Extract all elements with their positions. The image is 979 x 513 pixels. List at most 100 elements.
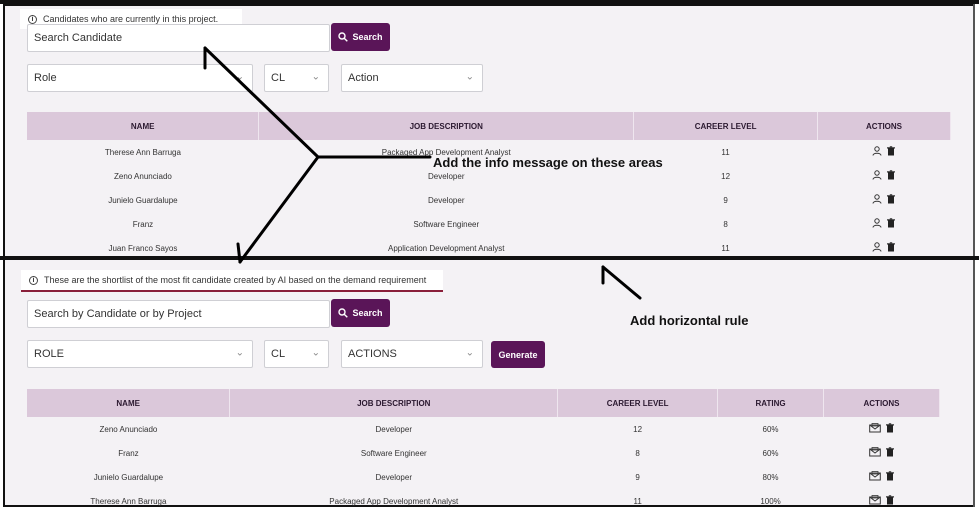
col-actions: ACTIONS xyxy=(817,112,951,140)
cell-career-level: 12 xyxy=(633,424,643,434)
cell-job-description: Packaged App Development Analyst xyxy=(329,496,459,506)
user-icon xyxy=(872,242,882,252)
cell-job-description: Developer xyxy=(375,424,412,434)
role-select-value: Role xyxy=(34,72,57,84)
search-button[interactable]: Search xyxy=(331,299,390,327)
trash-icon xyxy=(885,495,894,505)
cl-select[interactable]: CL ⌄ xyxy=(264,340,329,368)
send-invite-button[interactable] xyxy=(868,423,881,435)
table-header-row: NAME JOB DESCRIPTION CAREER LEVEL ACTION… xyxy=(27,112,951,140)
cell-name: Therese Ann Barruga xyxy=(104,147,181,157)
chevron-down-icon: ⌄ xyxy=(465,71,474,83)
search-button[interactable]: Search xyxy=(331,23,390,51)
table-row: Zeno Anunciado Developer 12 60% xyxy=(27,417,940,441)
cell-rating: 60% xyxy=(762,448,779,458)
search-candidate-input[interactable]: Search Candidate xyxy=(27,24,330,52)
cell-rating: 100% xyxy=(760,496,781,506)
cell-career-level: 8 xyxy=(635,448,640,458)
cell-rating: 60% xyxy=(762,424,779,434)
view-profile-button[interactable] xyxy=(872,170,882,182)
cell-career-level: 8 xyxy=(723,219,728,229)
table-row: Therese Ann Barruga Packaged App Developm… xyxy=(27,489,940,513)
chevron-down-icon: ⌄ xyxy=(311,347,320,359)
view-profile-button[interactable] xyxy=(872,242,882,254)
view-profile-button[interactable] xyxy=(872,146,882,158)
col-career-level: CAREER LEVEL xyxy=(633,112,819,140)
shortlist-table: NAME JOB DESCRIPTION CAREER LEVEL RATING… xyxy=(27,389,940,513)
delete-button[interactable] xyxy=(886,146,896,158)
col-actions: ACTIONS xyxy=(823,389,940,417)
annotation-info-note: Add the info message on these areas xyxy=(433,155,663,170)
search-button-label: Search xyxy=(352,308,383,318)
table-row: Junielo Guardalupe Developer 9 xyxy=(27,188,951,212)
role-select[interactable]: Role ⌄ xyxy=(27,64,253,92)
actions-select-value: ACTIONS xyxy=(348,348,397,360)
chevron-down-icon: ⌄ xyxy=(235,71,244,83)
mail-icon xyxy=(868,495,881,505)
cl-select-value: CL xyxy=(271,72,286,84)
cell-name: Zeno Anunciado xyxy=(114,171,172,181)
send-invite-button[interactable] xyxy=(868,471,881,483)
trash-icon xyxy=(885,447,894,457)
mail-icon xyxy=(868,447,881,457)
trash-icon xyxy=(885,471,894,481)
chevron-down-icon: ⌄ xyxy=(235,347,244,359)
top-border xyxy=(0,0,979,4)
view-profile-button[interactable] xyxy=(872,218,882,230)
delete-button[interactable] xyxy=(886,194,896,206)
delete-button[interactable] xyxy=(886,218,896,230)
search-candidate-project-input[interactable]: Search by Candidate or by Project xyxy=(27,300,330,328)
cell-job-description: Developer xyxy=(375,472,412,482)
generate-button[interactable]: Generate xyxy=(491,341,545,368)
view-profile-button[interactable] xyxy=(872,194,882,206)
action-select-value: Action xyxy=(348,72,379,84)
send-invite-button[interactable] xyxy=(868,447,881,459)
delete-button[interactable] xyxy=(885,471,895,483)
col-job-description: JOB DESCRIPTION xyxy=(229,389,559,417)
user-icon xyxy=(872,170,882,180)
info-message-shortlist: i These are the shortlist of the most fi… xyxy=(21,270,443,292)
cell-actions xyxy=(824,441,940,465)
info-message-text: These are the shortlist of the most fit … xyxy=(44,275,427,285)
user-icon xyxy=(872,146,882,156)
cl-select-value: CL xyxy=(271,348,286,360)
cell-actions xyxy=(824,417,940,441)
actions-select[interactable]: ACTIONS ⌄ xyxy=(341,340,483,368)
table-row: Junielo Guardalupe Developer 9 80% xyxy=(27,465,940,489)
cell-career-level: 9 xyxy=(723,195,728,205)
search-placeholder: Search by Candidate or by Project xyxy=(34,308,202,320)
cell-name: Franz xyxy=(132,219,154,229)
mail-icon xyxy=(868,423,881,433)
cell-career-level: 9 xyxy=(635,472,640,482)
generate-button-label: Generate xyxy=(498,349,538,360)
delete-button[interactable] xyxy=(885,447,895,459)
cell-name: Zeno Anunciado xyxy=(99,424,158,434)
cell-actions xyxy=(818,212,951,236)
annotation-rule-note: Add horizontal rule xyxy=(630,313,749,328)
cell-actions xyxy=(824,489,940,513)
trash-icon xyxy=(887,218,896,228)
col-career-level: CAREER LEVEL xyxy=(557,389,719,417)
trash-icon xyxy=(887,242,896,252)
delete-button[interactable] xyxy=(886,242,896,254)
delete-button[interactable] xyxy=(885,423,895,435)
role-select[interactable]: ROLE ⌄ xyxy=(27,340,253,368)
delete-button[interactable] xyxy=(885,495,895,507)
trash-icon xyxy=(887,194,896,204)
col-name: NAME xyxy=(27,112,260,140)
send-invite-button[interactable] xyxy=(868,495,881,507)
user-icon xyxy=(872,218,882,228)
cell-name: Franz xyxy=(118,448,139,458)
table-row: Franz Software Engineer 8 60% xyxy=(27,441,940,465)
cl-select[interactable]: CL ⌄ xyxy=(264,64,329,92)
delete-button[interactable] xyxy=(886,170,896,182)
trash-icon xyxy=(887,146,896,156)
mail-icon xyxy=(868,471,881,481)
cell-career-level: 11 xyxy=(633,496,642,506)
cell-name: Junielo Guardalupe xyxy=(108,195,178,205)
table-header-row: NAME JOB DESCRIPTION CAREER LEVEL RATING… xyxy=(27,389,940,417)
search-button-label: Search xyxy=(352,32,383,42)
chevron-down-icon: ⌄ xyxy=(465,347,474,359)
search-icon xyxy=(338,32,349,42)
action-select[interactable]: Action ⌄ xyxy=(341,64,483,92)
